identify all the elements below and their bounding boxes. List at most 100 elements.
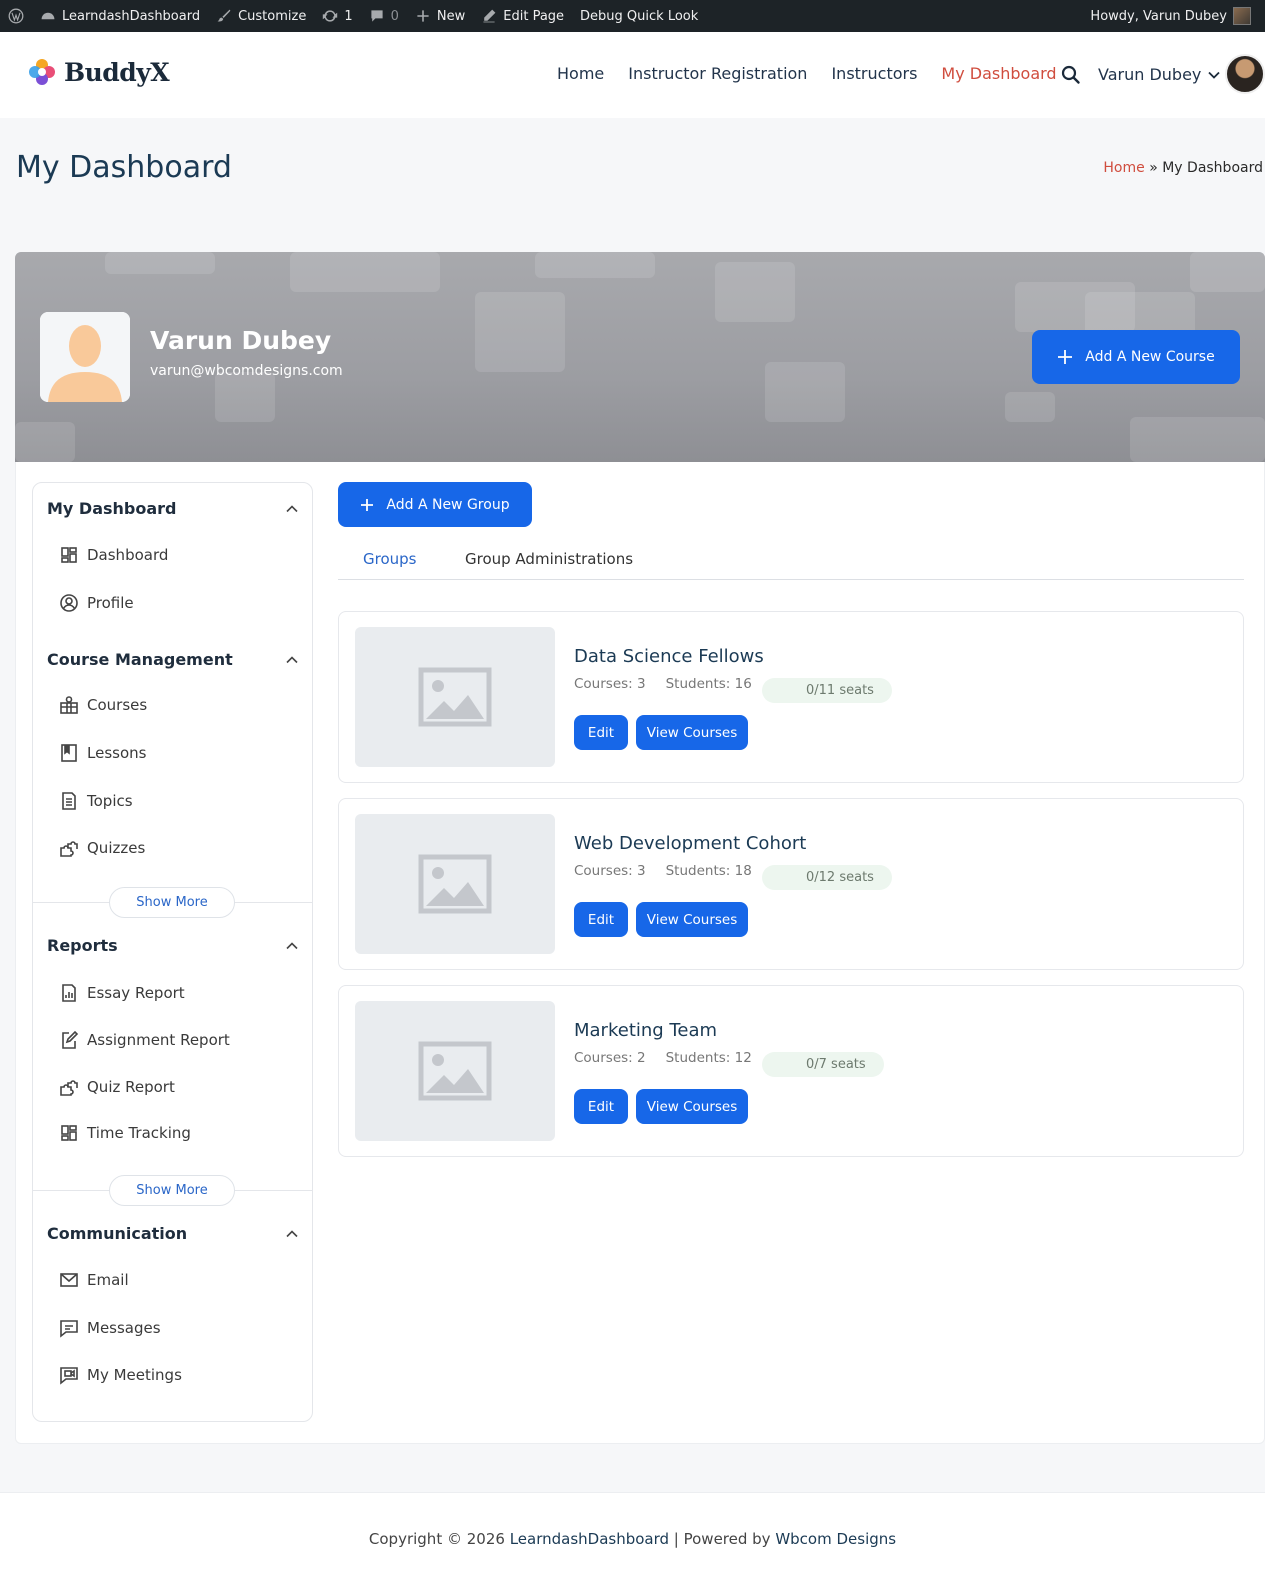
admin-bar: LearndashDashboard Customize 1 0 New Edi… [0,0,1265,32]
sidebar-item-dashboard[interactable]: Dashboard [59,545,168,565]
tab-groups[interactable]: Groups [363,550,416,568]
group-students-count: Students: 16 [665,676,752,692]
sidebar-item-profile[interactable]: Profile [59,593,134,613]
admin-account[interactable]: Howdy, Varun Dubey [1090,7,1265,25]
site-logo[interactable]: BuddyX [26,56,170,88]
sidebar-item-label: Messages [87,1319,161,1337]
view-courses-button[interactable]: View Courses [636,902,748,937]
add-new-course-label: Add A New Course [1085,349,1215,365]
show-more-reports[interactable]: Show More [109,1175,235,1206]
sidebar-section-course-management[interactable]: Course Management [47,650,299,669]
chevron-up-icon [286,941,298,949]
sidebar-section-my-dashboard[interactable]: My Dashboard [47,499,299,518]
sidebar-section-title: My Dashboard [47,499,177,518]
sidebar-item-my-meetings[interactable]: My Meetings [59,1365,182,1385]
main-nav: Home Instructor Registration Instructors… [557,64,1057,83]
admin-comments-count: 0 [390,8,399,24]
sidebar-item-label: Assignment Report [87,1031,230,1049]
plus-icon [417,10,429,22]
meetings-icon [60,1367,78,1385]
sidebar-item-quiz-report[interactable]: Quiz Report [59,1077,175,1097]
site-footer: Copyright © 2026 LearndashDashboard | Po… [0,1492,1265,1584]
group-title[interactable]: Data Science Fellows [574,646,764,667]
page-title: My Dashboard [16,150,232,185]
sidebar-item-quizzes[interactable]: Quizzes [59,838,145,858]
user-menu[interactable]: Varun Dubey [1098,65,1221,84]
sidebar-section-title: Communication [47,1224,188,1243]
pencil-icon [483,9,496,23]
courses-icon [60,696,78,714]
group-thumbnail [355,1001,555,1141]
sidebar-item-courses[interactable]: Courses [59,695,147,715]
tab-group-administrations[interactable]: Group Administrations [465,550,633,568]
chevron-up-icon [286,504,298,512]
admin-customize[interactable]: Customize [208,0,314,32]
sidebar-item-label: Lessons [87,744,147,762]
quizzes-icon [60,841,78,857]
admin-comments[interactable]: 0 [361,0,407,32]
add-new-course-button[interactable]: Add A New Course [1032,330,1240,384]
view-courses-button[interactable]: View Courses [636,715,748,750]
user-avatar[interactable] [1225,54,1265,94]
breadcrumb-separator: » [1149,160,1158,176]
profile-name: Varun Dubey [150,326,332,355]
admin-updates[interactable]: 1 [314,0,360,32]
sidebar-item-topics[interactable]: Topics [59,791,133,811]
group-card: Data Science Fellows Courses: 3 Students… [338,611,1244,783]
sidebar-item-lessons[interactable]: Lessons [59,743,146,763]
admin-site-name-label: LearndashDashboard [62,8,201,24]
sidebar-item-label: My Meetings [87,1366,182,1384]
nav-instructors[interactable]: Instructors [831,64,917,83]
breadcrumb-current: My Dashboard [1162,160,1263,176]
sidebar-item-label: Dashboard [87,546,169,564]
profile-icon [60,594,78,612]
add-new-group-button[interactable]: Add A New Group [338,482,532,527]
chevron-up-icon [286,655,298,663]
sidebar-section-reports[interactable]: Reports [47,936,299,955]
sidebar-item-assignment-report[interactable]: Assignment Report [59,1030,230,1050]
sidebar-item-label: Quiz Report [87,1078,175,1096]
show-more-course-management[interactable]: Show More [109,887,235,918]
group-seats-badge: 0/11 seats [762,678,892,703]
sidebar-item-label: Courses [87,696,148,714]
logo-text: BuddyX [64,57,170,87]
group-seats-badge: 0/12 seats [762,865,892,890]
group-title[interactable]: Marketing Team [574,1020,717,1041]
admin-new[interactable]: New [407,0,473,32]
group-courses-count: Courses: 3 [574,676,646,692]
nav-home[interactable]: Home [557,64,604,83]
add-new-group-label: Add A New Group [386,496,510,513]
admin-debug[interactable]: Debug Quick Look [572,0,706,32]
group-meta: Courses: 3 Students: 16 [574,676,752,692]
footer-powered-text: | Powered by [669,1529,776,1548]
admin-edit-page[interactable]: Edit Page [473,0,572,32]
admin-edit-page-label: Edit Page [503,8,565,24]
edit-group-button[interactable]: Edit [574,1089,628,1124]
group-title[interactable]: Web Development Cohort [574,833,806,854]
lessons-icon [61,744,77,762]
admin-site-name[interactable]: LearndashDashboard [32,0,208,32]
footer-copyright: Copyright © 2026 [368,1529,510,1548]
sidebar-item-time-tracking[interactable]: Time Tracking [59,1123,191,1143]
group-meta: Courses: 3 Students: 18 [574,863,752,879]
search-icon[interactable] [1061,65,1081,85]
sidebar-item-messages[interactable]: Messages [59,1318,161,1338]
wordpress-logo-button[interactable] [0,0,32,32]
sidebar-item-essay-report[interactable]: Essay Report [59,983,185,1003]
admin-debug-label: Debug Quick Look [580,8,699,24]
view-courses-button[interactable]: View Courses [636,1089,748,1124]
group-meta: Courses: 2 Students: 12 [574,1050,752,1066]
sidebar-section-communication[interactable]: Communication [47,1224,299,1243]
footer-site-link[interactable]: LearndashDashboard [510,1530,669,1548]
footer-powered-link[interactable]: Wbcom Designs [775,1530,896,1548]
buddyx-logo-icon [29,59,55,85]
sidebar-item-email[interactable]: Email [59,1270,129,1290]
edit-group-button[interactable]: Edit [574,902,628,937]
breadcrumb-home[interactable]: Home [1103,160,1144,176]
admin-new-label: New [436,8,466,24]
edit-group-button[interactable]: Edit [574,715,628,750]
nav-my-dashboard[interactable]: My Dashboard [941,64,1056,83]
nav-instructor-registration[interactable]: Instructor Registration [628,64,807,83]
group-courses-count: Courses: 3 [574,863,646,879]
group-courses-count: Courses: 2 [574,1050,646,1066]
